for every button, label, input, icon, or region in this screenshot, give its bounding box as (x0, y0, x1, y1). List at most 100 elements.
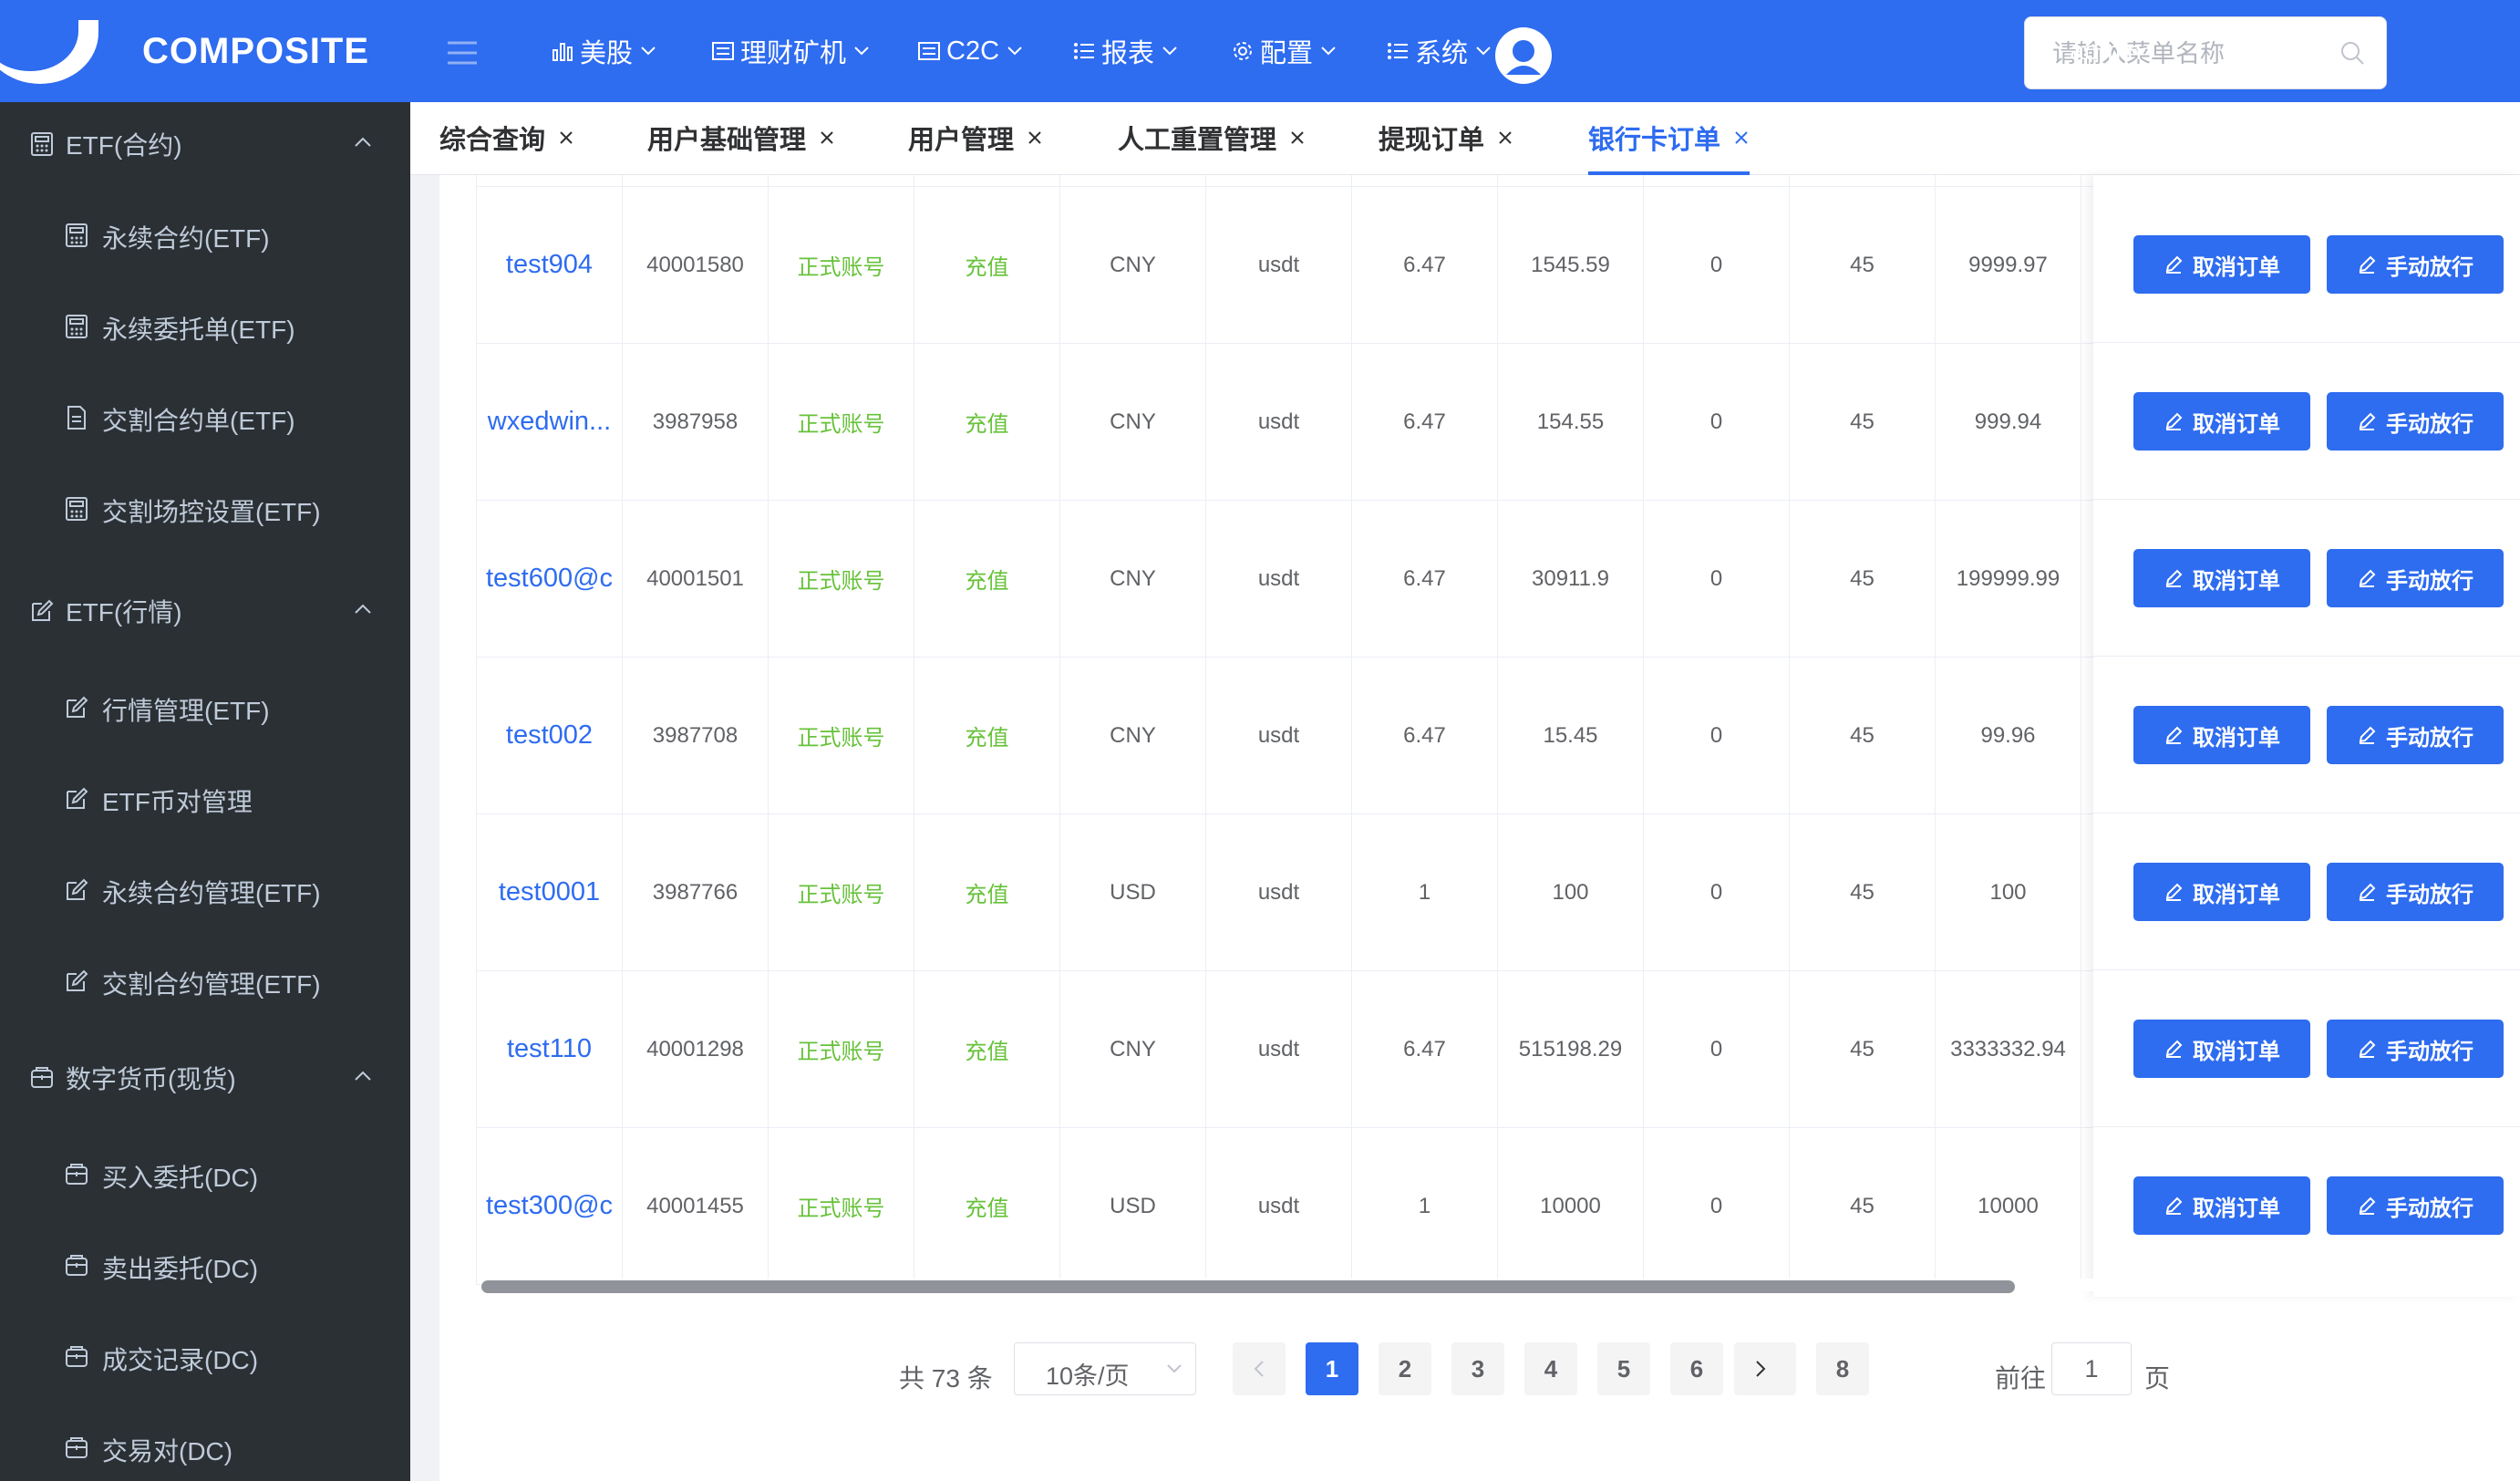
tab-manual-reset[interactable]: 人工重置管理 (1118, 102, 1306, 173)
cell-username[interactable]: wxedwin... (476, 343, 623, 501)
nav-menu-config[interactable]: 配置 (1231, 33, 1337, 69)
cancel-order-button[interactable]: 取消订单 (2133, 1020, 2310, 1078)
row-actions: 取消订单 手动放行 (2093, 500, 2520, 657)
sidebar-item-perpetual-order[interactable]: 永续委托单(ETF) (0, 281, 410, 372)
manual-release-button[interactable]: 手动放行 (2327, 706, 2504, 764)
tab-bank-card-orders[interactable]: 银行卡订单 (1588, 102, 1751, 175)
edit-icon (2165, 726, 2183, 744)
page-button[interactable]: 3 (1451, 1342, 1504, 1395)
cancel-order-button[interactable]: 取消订单 (2133, 1176, 2310, 1235)
sidebar-group-etf-contract[interactable]: ETF(合约) (0, 98, 410, 190)
nav-menu-label: 美股 (580, 39, 634, 68)
page-button[interactable]: 2 (1379, 1342, 1431, 1395)
manual-release-button[interactable]: 手动放行 (2327, 1020, 2504, 1078)
cancel-order-button[interactable]: 取消订单 (2133, 392, 2310, 451)
prev-page-button[interactable] (1233, 1342, 1286, 1395)
edit-icon (2359, 569, 2376, 587)
cell-coin: usdt (1205, 970, 1352, 1128)
sidebar-item-sell-order[interactable]: 卖出委托(DC) (0, 1220, 410, 1311)
page-button[interactable]: 1 (1306, 1342, 1358, 1395)
cancel-order-button[interactable]: 取消订单 (2133, 706, 2310, 764)
tab-label: 银行卡订单 (1588, 126, 1721, 155)
page-button[interactable]: 5 (1597, 1342, 1650, 1395)
table-cell (1497, 175, 1644, 187)
tab-withdraw-orders[interactable]: 提现订单 (1379, 102, 1513, 173)
manual-release-button[interactable]: 手动放行 (2327, 392, 2504, 451)
nav-menu-label: 系统 (1415, 39, 1469, 68)
avatar[interactable] (1493, 26, 1554, 86)
horizontal-scrollbar[interactable] (481, 1280, 2015, 1293)
page-button[interactable]: 4 (1524, 1342, 1577, 1395)
tab-user-basic[interactable]: 用户基础管理 (647, 102, 835, 173)
cell-account-type: 正式账号 (768, 657, 914, 814)
cell-username[interactable]: test600@c (476, 500, 623, 658)
calculator-icon (66, 315, 88, 338)
cell-username[interactable]: test002 (476, 657, 623, 814)
sidebar-item-buy-order[interactable]: 买入委托(DC) (0, 1129, 410, 1220)
sidebar-item-label: 卖出委托(DC) (102, 1255, 259, 1283)
sidebar-group-digital-currency[interactable]: 数字货币(现货) (0, 1032, 410, 1124)
cell-fee: 0 (1643, 970, 1790, 1128)
cell-rate: 6.47 (1351, 657, 1498, 814)
tab-comprehensive-query[interactable]: 综合查询 (439, 102, 574, 173)
cell-amount: 515198.29 (1497, 970, 1644, 1128)
sidebar-item-perpetual-management[interactable]: 永续合约管理(ETF) (0, 844, 410, 936)
cell-username[interactable]: test110 (476, 970, 623, 1128)
close-icon[interactable] (558, 129, 574, 146)
wallet-icon (66, 1255, 88, 1276)
cell-username[interactable]: test904 (476, 186, 623, 344)
tab-user-management[interactable]: 用户管理 (908, 102, 1043, 173)
edit-icon (2165, 1196, 2183, 1215)
sidebar-group-etf-market[interactable]: ETF(行情) (0, 565, 410, 657)
cell-username[interactable]: test0001 (476, 813, 623, 971)
edit-icon (2359, 1040, 2376, 1058)
nav-menu-reports[interactable]: 报表 (1072, 33, 1178, 69)
sidebar-item-trade-pair[interactable]: 交易对(DC) (0, 1403, 410, 1481)
close-icon[interactable] (1497, 129, 1513, 146)
page-button[interactable]: 6 (1670, 1342, 1723, 1395)
close-icon[interactable] (819, 129, 835, 146)
cell-time-limit: 45 (1789, 813, 1936, 971)
nav-menu-system[interactable]: 系统 (1386, 33, 1492, 69)
cell-total: 100 (1935, 813, 2081, 971)
table-cell (914, 175, 1060, 187)
hamburger-icon[interactable] (447, 40, 478, 66)
nav-menu-us-stock[interactable]: 美股 (551, 33, 656, 69)
sidebar-item-market-management[interactable]: 行情管理(ETF) (0, 662, 410, 753)
close-icon[interactable] (1027, 129, 1043, 146)
sidebar-item-trade-record[interactable]: 成交记录(DC) (0, 1311, 410, 1403)
wallet-icon (31, 1067, 53, 1088)
cell-coin: usdt (1205, 500, 1352, 658)
edit-icon (32, 599, 54, 621)
sidebar-item-delivery-control[interactable]: 交割场控设置(ETF) (0, 463, 410, 554)
sidebar-item-delivery-management[interactable]: 交割合约管理(ETF) (0, 936, 410, 1027)
next-page-button[interactable] (1734, 1342, 1787, 1395)
table-cell (1935, 175, 2081, 187)
goto-page-input[interactable] (2051, 1342, 2132, 1395)
cell-username[interactable]: test300@c (476, 1127, 623, 1285)
cell-time-limit: 45 (1789, 186, 1936, 344)
manual-release-button[interactable]: 手动放行 (2327, 549, 2504, 607)
nav-menu-mining[interactable]: 理财矿机 (711, 33, 870, 69)
manual-release-button[interactable]: 手动放行 (2327, 1176, 2504, 1235)
button-label: 手动放行 (2386, 725, 2474, 751)
page-size-select[interactable]: 10条/页 (1014, 1342, 1196, 1395)
cell-currency: CNY (1059, 657, 1206, 814)
cancel-order-button[interactable]: 取消订单 (2133, 863, 2310, 921)
sidebar-item-delivery-order[interactable]: 交割合约单(ETF) (0, 372, 410, 463)
cancel-order-button[interactable]: 取消订单 (2133, 235, 2310, 294)
manual-release-button[interactable]: 手动放行 (2327, 235, 2504, 294)
nav-menu-c2c[interactable]: C2C (917, 33, 1023, 69)
edit-icon (2165, 255, 2183, 274)
cancel-order-button[interactable]: 取消订单 (2133, 549, 2310, 607)
close-icon[interactable] (1733, 129, 1750, 146)
user-name[interactable]: admin (2070, 36, 2142, 67)
page-button[interactable]: 8 (1816, 1342, 1869, 1395)
tabs-bar: 综合查询 用户基础管理 用户管理 人工重置管理 提现订单 银行卡订单 (410, 102, 2520, 175)
close-icon[interactable] (1289, 129, 1306, 146)
sidebar-item-perpetual-contract[interactable]: 永续合约(ETF) (0, 190, 410, 281)
sidebar-item-pair-management[interactable]: ETF币对管理 (0, 753, 410, 844)
manual-release-button[interactable]: 手动放行 (2327, 863, 2504, 921)
search-icon[interactable] (2339, 39, 2366, 67)
logo-bar: COMPOSITE (0, 0, 410, 102)
